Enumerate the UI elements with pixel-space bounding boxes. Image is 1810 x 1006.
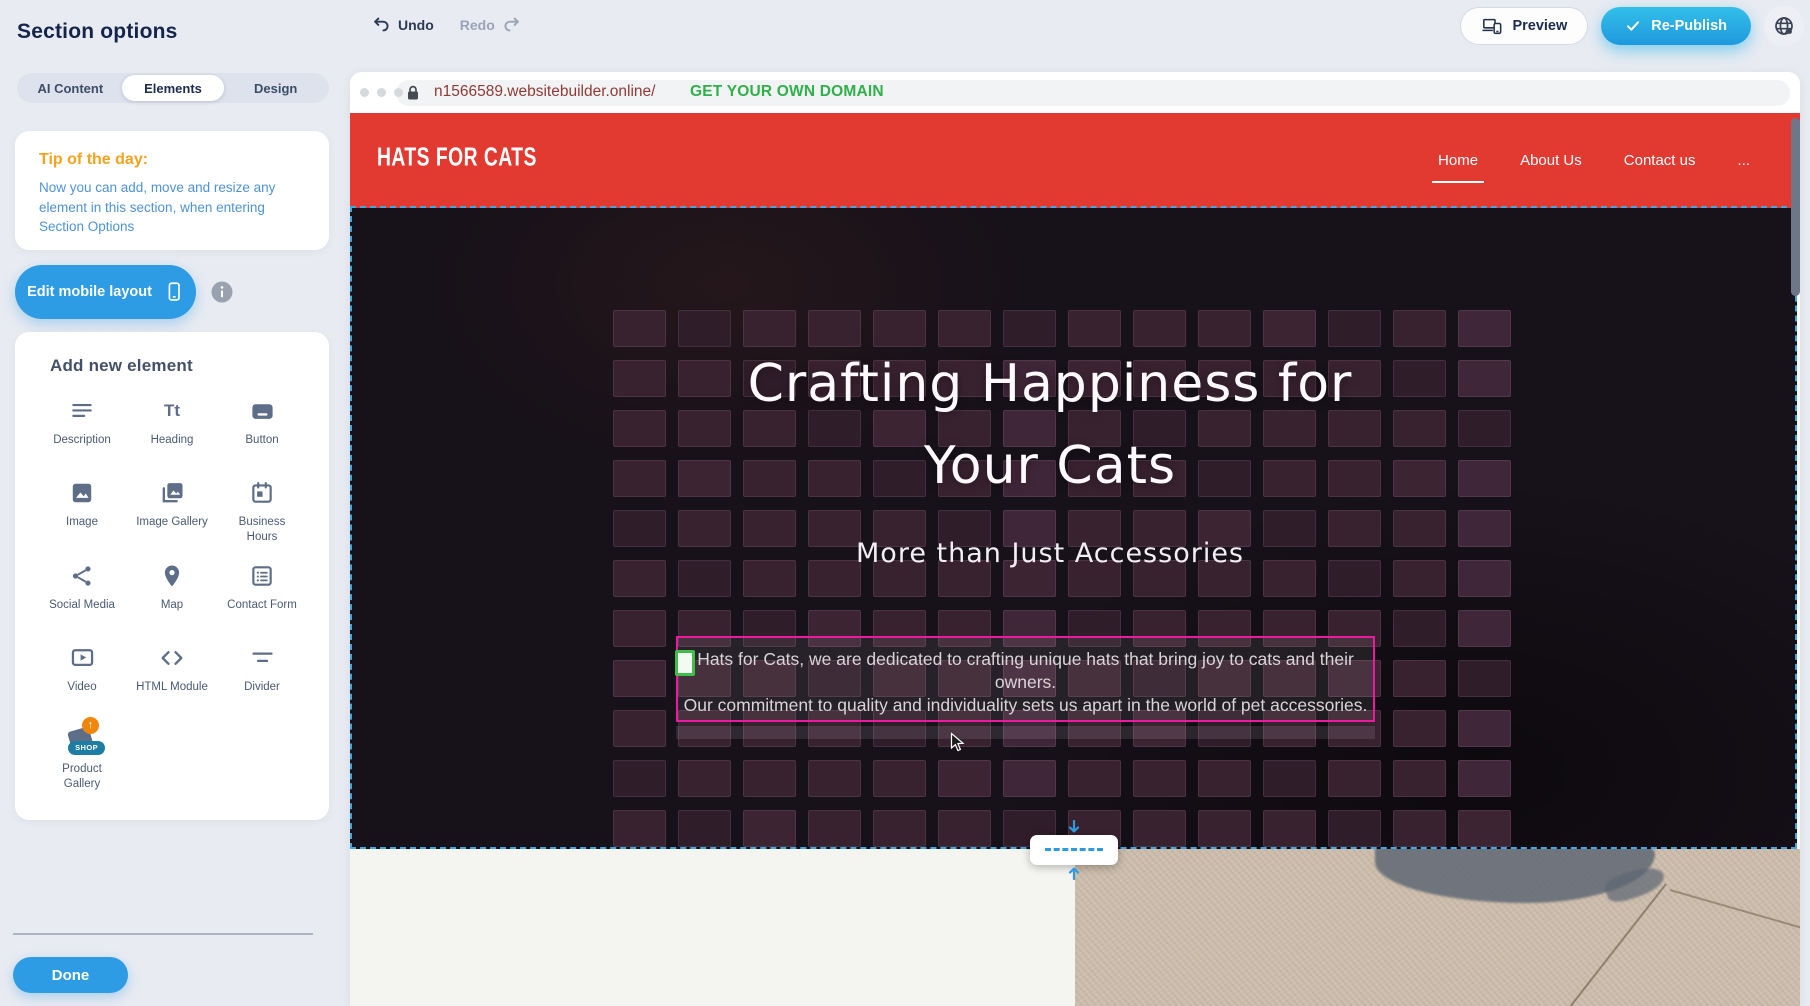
divider-icon bbox=[247, 643, 277, 673]
element-grid: Description Tt Heading Button Image Image Gal… bbox=[37, 396, 307, 792]
nav-contact-us[interactable]: Contact us bbox=[1622, 146, 1698, 175]
panel-divider bbox=[13, 933, 313, 935]
section-resize-handle[interactable] bbox=[1030, 835, 1118, 865]
add-element-social-media[interactable]: Social Media bbox=[37, 561, 127, 627]
contact-form-icon bbox=[247, 561, 277, 591]
undo-redo-group: Undo Redo bbox=[372, 15, 521, 34]
element-label: Contact Form bbox=[227, 598, 297, 613]
site-preview-panel: n1566589.websitebuilder.online/ GET YOUR… bbox=[350, 72, 1800, 1006]
hero-section[interactable]: Crafting Happiness for Your Cats More th… bbox=[350, 208, 1797, 849]
selection-shadow-strip bbox=[676, 726, 1375, 739]
add-element-button[interactable]: Button bbox=[217, 396, 307, 462]
element-label: Image bbox=[66, 515, 98, 530]
tip-of-the-day-card: Tip of the day: Now you can add, move an… bbox=[15, 131, 329, 250]
undo-label: Undo bbox=[398, 17, 434, 33]
redo-label: Redo bbox=[460, 17, 495, 33]
preview-button[interactable]: Preview bbox=[1460, 7, 1588, 45]
nav-about-us[interactable]: About Us bbox=[1518, 146, 1584, 175]
devices-icon bbox=[1481, 17, 1503, 36]
nav-home[interactable]: Home bbox=[1436, 146, 1480, 175]
element-label: Button bbox=[245, 433, 278, 448]
image-gallery-icon bbox=[157, 478, 187, 508]
add-new-element-title: Add new element bbox=[37, 356, 307, 376]
undo-icon bbox=[372, 15, 391, 34]
add-element-heading[interactable]: Tt Heading bbox=[127, 396, 217, 462]
hero-background-grid bbox=[613, 310, 1511, 849]
add-element-divider[interactable]: Divider bbox=[217, 643, 307, 709]
page-title: Section options bbox=[17, 20, 178, 44]
element-label: Divider bbox=[244, 680, 280, 695]
element-label: Product Gallery bbox=[43, 762, 121, 792]
preview-label: Preview bbox=[1512, 18, 1567, 34]
floor-photo bbox=[1075, 849, 1800, 1006]
image-icon bbox=[67, 478, 97, 508]
add-element-product-gallery[interactable]: ↑SHOP Product Gallery bbox=[37, 725, 127, 792]
arrow-up-icon bbox=[1067, 866, 1081, 880]
element-label: Description bbox=[53, 433, 111, 448]
tip-title: Tip of the day: bbox=[39, 151, 305, 169]
lock-icon bbox=[406, 85, 420, 101]
selected-text-element[interactable]: Hats for Cats, we are dedicated to craft… bbox=[676, 636, 1375, 722]
phone-icon bbox=[164, 281, 184, 303]
text-lines-icon bbox=[67, 396, 97, 426]
hero-body-text: Hats for Cats, we are dedicated to craft… bbox=[678, 648, 1373, 717]
map-pin-icon bbox=[157, 561, 187, 591]
button-icon bbox=[247, 396, 277, 426]
arrow-down-icon bbox=[1067, 820, 1081, 834]
tab-ai-content[interactable]: AI Content bbox=[19, 75, 122, 101]
element-label: Business Hours bbox=[223, 515, 301, 545]
element-label: Map bbox=[161, 598, 183, 613]
site-logo[interactable]: HATS FOR CATS bbox=[377, 143, 537, 173]
browser-chrome: n1566589.websitebuilder.online/ GET YOUR… bbox=[350, 72, 1800, 113]
republish-button[interactable]: Re-Publish bbox=[1601, 7, 1751, 45]
hero-body-line2: Our commitment to quality and individual… bbox=[678, 694, 1373, 717]
done-button[interactable]: Done bbox=[13, 957, 128, 993]
element-label: Image Gallery bbox=[136, 515, 208, 530]
element-label: HTML Module bbox=[136, 680, 208, 695]
tip-body: Now you can add, move and resize any ele… bbox=[39, 178, 305, 237]
panel-tabs: AI Content Elements Design bbox=[17, 73, 329, 103]
nav-more-menu[interactable]: ... bbox=[1735, 146, 1752, 175]
redo-icon bbox=[502, 15, 521, 34]
language-globe-button[interactable] bbox=[1764, 6, 1804, 46]
globe-icon bbox=[1772, 14, 1796, 38]
check-icon bbox=[1625, 18, 1641, 34]
heading-icon: Tt bbox=[157, 396, 187, 426]
code-icon bbox=[157, 643, 187, 673]
add-element-image-gallery[interactable]: Image Gallery bbox=[127, 478, 217, 545]
hero-body-line1: Hats for Cats, we are dedicated to craft… bbox=[678, 648, 1373, 694]
republish-label: Re-Publish bbox=[1651, 18, 1727, 34]
add-element-description[interactable]: Description bbox=[37, 396, 127, 462]
add-element-business-hours[interactable]: Business Hours bbox=[217, 478, 307, 545]
tab-design[interactable]: Design bbox=[224, 75, 327, 101]
video-icon bbox=[67, 643, 97, 673]
share-icon bbox=[67, 561, 97, 591]
edit-mobile-label: Edit mobile layout bbox=[27, 284, 152, 300]
edit-mobile-layout-button[interactable]: Edit mobile layout bbox=[15, 265, 196, 319]
tab-elements[interactable]: Elements bbox=[122, 75, 225, 101]
element-label: Video bbox=[67, 680, 96, 695]
site-nav: Home About Us Contact us ... bbox=[1436, 113, 1752, 208]
add-element-image[interactable]: Image bbox=[37, 478, 127, 545]
add-element-contact-form[interactable]: Contact Form bbox=[217, 561, 307, 627]
add-new-element-card: Add new element Description Tt Heading Butt… bbox=[15, 332, 329, 820]
add-element-map[interactable]: Map bbox=[127, 561, 217, 627]
add-element-html-module[interactable]: HTML Module bbox=[127, 643, 217, 709]
topbar-actions: Preview Re-Publish bbox=[1460, 6, 1804, 46]
app-root: Section options Undo Redo Preview Re-P bbox=[0, 0, 1810, 1006]
preview-scrollbar[interactable] bbox=[1791, 118, 1800, 296]
resize-dash bbox=[1045, 848, 1103, 851]
site-url: n1566589.websitebuilder.online/ bbox=[434, 83, 655, 101]
calendar-icon bbox=[247, 478, 277, 508]
get-your-own-domain-link[interactable]: GET YOUR OWN DOMAIN bbox=[690, 83, 884, 101]
site-header: HATS FOR CATS Home About Us Contact us .… bbox=[350, 113, 1800, 208]
element-label: Social Media bbox=[49, 598, 115, 613]
window-dots bbox=[360, 88, 403, 97]
undo-button[interactable]: Undo bbox=[372, 15, 434, 34]
element-label: Heading bbox=[151, 433, 194, 448]
product-gallery-icon: ↑SHOP bbox=[67, 725, 97, 755]
info-icon[interactable] bbox=[209, 279, 235, 305]
add-element-video[interactable]: Video bbox=[37, 643, 127, 709]
redo-button[interactable]: Redo bbox=[460, 15, 521, 34]
